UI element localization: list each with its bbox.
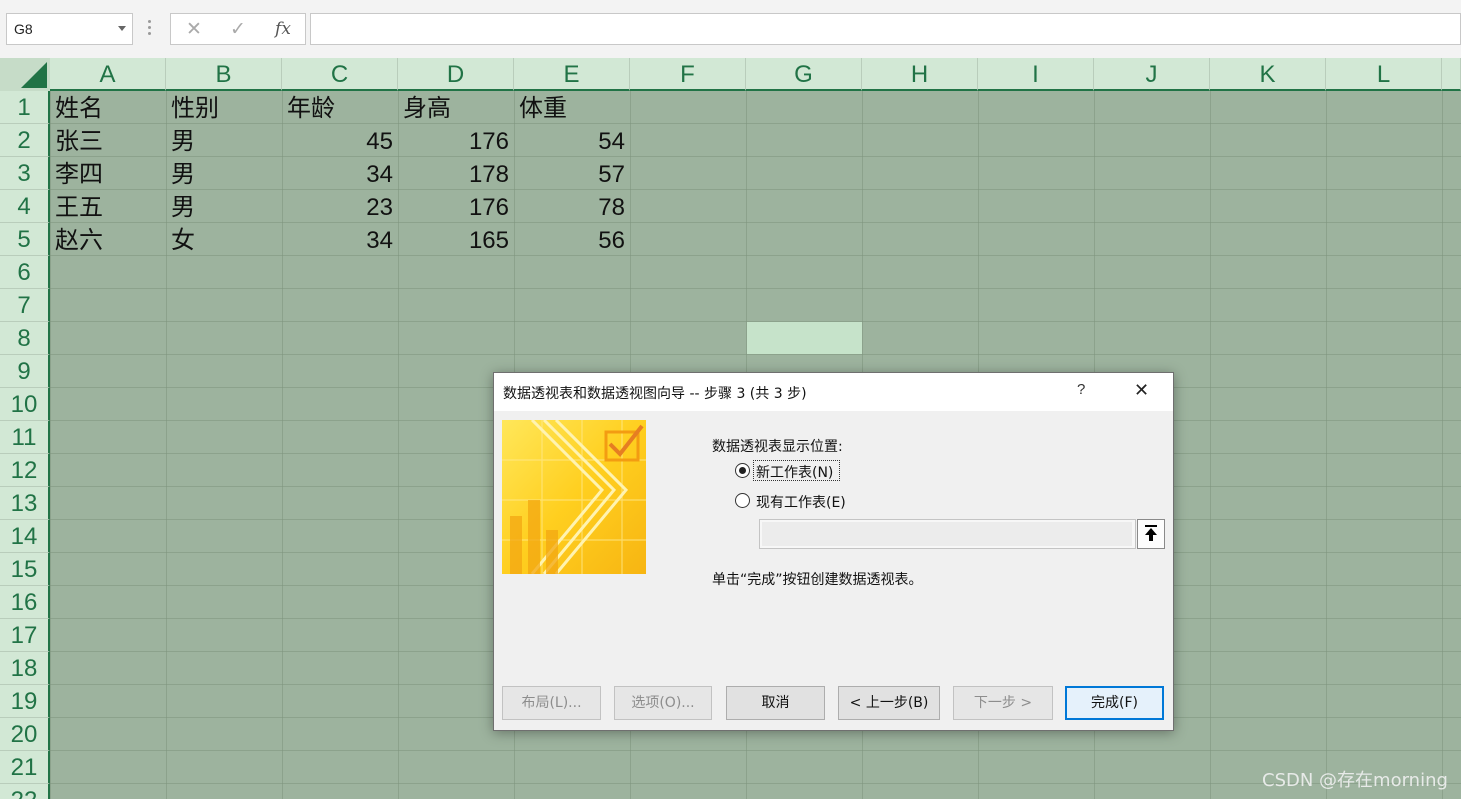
column-header[interactable]: D xyxy=(398,58,514,91)
layout-button[interactable]: 布局(L)... xyxy=(502,686,601,720)
insert-function-icon[interactable]: fx xyxy=(268,17,298,41)
cancel-icon[interactable]: ✕ xyxy=(179,17,209,41)
enter-icon[interactable]: ✓ xyxy=(223,17,253,41)
cell[interactable]: 57 xyxy=(514,158,625,191)
location-label: 数据透视表显示位置: xyxy=(712,439,843,455)
formula-buttons: ✕ ✓ fx xyxy=(170,13,306,45)
finish-button[interactable]: 完成(F) xyxy=(1065,686,1164,720)
collapse-dialog-button[interactable] xyxy=(1137,519,1165,549)
column-header[interactable]: C xyxy=(282,58,398,91)
next-button[interactable]: 下一步 > xyxy=(953,686,1053,720)
cell[interactable]: 54 xyxy=(514,125,625,158)
cell[interactable]: 赵六 xyxy=(55,224,103,257)
row-header[interactable]: 16 xyxy=(0,586,50,619)
cell[interactable]: 男 xyxy=(171,158,195,191)
help-icon[interactable]: ? xyxy=(1077,381,1085,398)
row-header[interactable]: 19 xyxy=(0,685,50,718)
hint-text: 单击“完成”按钮创建数据透视表。 xyxy=(712,572,923,588)
cell[interactable]: 体重 xyxy=(519,92,567,125)
column-header[interactable]: I xyxy=(978,58,1094,91)
column-header[interactable]: E xyxy=(514,58,630,91)
row-header[interactable]: 8 xyxy=(0,322,50,355)
row-header[interactable]: 15 xyxy=(0,553,50,586)
cell[interactable]: 姓名 xyxy=(55,92,103,125)
row-header[interactable]: 20 xyxy=(0,718,50,751)
select-all-button[interactable] xyxy=(0,58,50,91)
row-header[interactable]: 7 xyxy=(0,289,50,322)
close-icon[interactable]: ✕ xyxy=(1134,380,1149,401)
column-header-overflow[interactable] xyxy=(1442,58,1461,91)
cell[interactable]: 34 xyxy=(282,224,393,257)
row-header[interactable]: 11 xyxy=(0,421,50,454)
collapse-dialog-icon xyxy=(1145,525,1157,541)
row-header[interactable]: 10 xyxy=(0,388,50,421)
cell[interactable]: 178 xyxy=(398,158,509,191)
row-header[interactable]: 2 xyxy=(0,124,50,157)
cell[interactable]: 男 xyxy=(171,125,195,158)
column-header[interactable]: L xyxy=(1326,58,1442,91)
cell[interactable]: 165 xyxy=(398,224,509,257)
dialog-title: 数据透视表和数据透视图向导 -- 步骤 3 (共 3 步) xyxy=(503,386,807,402)
cell[interactable]: 176 xyxy=(398,191,509,224)
column-header[interactable]: G xyxy=(746,58,862,91)
row-header[interactable]: 5 xyxy=(0,223,50,256)
new-sheet-radio[interactable] xyxy=(735,463,750,478)
column-header[interactable]: F xyxy=(630,58,746,91)
select-all-triangle-icon xyxy=(21,62,47,88)
drag-handle-icon[interactable] xyxy=(148,20,152,38)
column-header[interactable]: J xyxy=(1094,58,1210,91)
row-header[interactable]: 4 xyxy=(0,190,50,223)
row-header[interactable]: 12 xyxy=(0,454,50,487)
row-header[interactable]: 3 xyxy=(0,157,50,190)
pivot-wizard-dialog: 数据透视表和数据透视图向导 -- 步骤 3 (共 3 步) ? ✕ 数据透视表显… xyxy=(493,372,1174,731)
cell[interactable]: 23 xyxy=(282,191,393,224)
back-button[interactable]: < 上一步(B) xyxy=(838,686,940,720)
watermark: CSDN @存在morning xyxy=(1262,770,1448,791)
row-header[interactable]: 6 xyxy=(0,256,50,289)
row-header[interactable]: 21 xyxy=(0,751,50,784)
cell[interactable]: 176 xyxy=(398,125,509,158)
existing-sheet-radio[interactable] xyxy=(735,493,750,508)
existing-sheet-label[interactable]: 现有工作表(E) xyxy=(756,492,846,512)
row-header[interactable]: 22 xyxy=(0,784,50,799)
chevron-down-icon[interactable] xyxy=(118,26,126,31)
row-header[interactable]: 1 xyxy=(0,91,50,124)
formula-input[interactable] xyxy=(310,13,1461,45)
name-box[interactable]: G8 xyxy=(6,13,133,45)
cell[interactable]: 身高 xyxy=(403,92,451,125)
row-header[interactable]: 9 xyxy=(0,355,50,388)
name-box-value: G8 xyxy=(14,21,33,37)
cell[interactable]: 45 xyxy=(282,125,393,158)
selected-cell[interactable] xyxy=(747,322,862,354)
row-header[interactable]: 18 xyxy=(0,652,50,685)
range-input-value xyxy=(762,522,1132,546)
column-header[interactable]: H xyxy=(862,58,978,91)
column-header[interactable]: A xyxy=(50,58,166,91)
column-header[interactable]: B xyxy=(166,58,282,91)
cancel-button[interactable]: 取消 xyxy=(726,686,825,720)
cell[interactable]: 78 xyxy=(514,191,625,224)
row-header[interactable]: 14 xyxy=(0,520,50,553)
cell[interactable]: 男 xyxy=(171,191,195,224)
options-button[interactable]: 选项(O)... xyxy=(614,686,712,720)
row-header[interactable]: 13 xyxy=(0,487,50,520)
cell[interactable]: 34 xyxy=(282,158,393,191)
dialog-titlebar[interactable]: 数据透视表和数据透视图向导 -- 步骤 3 (共 3 步) ? ✕ xyxy=(494,373,1173,411)
cell[interactable]: 年龄 xyxy=(287,92,335,125)
cell[interactable]: 王五 xyxy=(55,191,103,224)
cell[interactable]: 女 xyxy=(171,224,195,257)
cell[interactable]: 张三 xyxy=(55,125,103,158)
cell[interactable]: 李四 xyxy=(55,158,103,191)
wizard-illustration xyxy=(502,420,646,574)
column-header[interactable]: K xyxy=(1210,58,1326,91)
row-header[interactable]: 17 xyxy=(0,619,50,652)
formula-bar: G8 ✕ ✓ fx xyxy=(0,0,1461,58)
cell[interactable]: 56 xyxy=(514,224,625,257)
new-sheet-label[interactable]: 新工作表(N) xyxy=(756,462,833,482)
cell[interactable]: 性别 xyxy=(171,92,219,125)
